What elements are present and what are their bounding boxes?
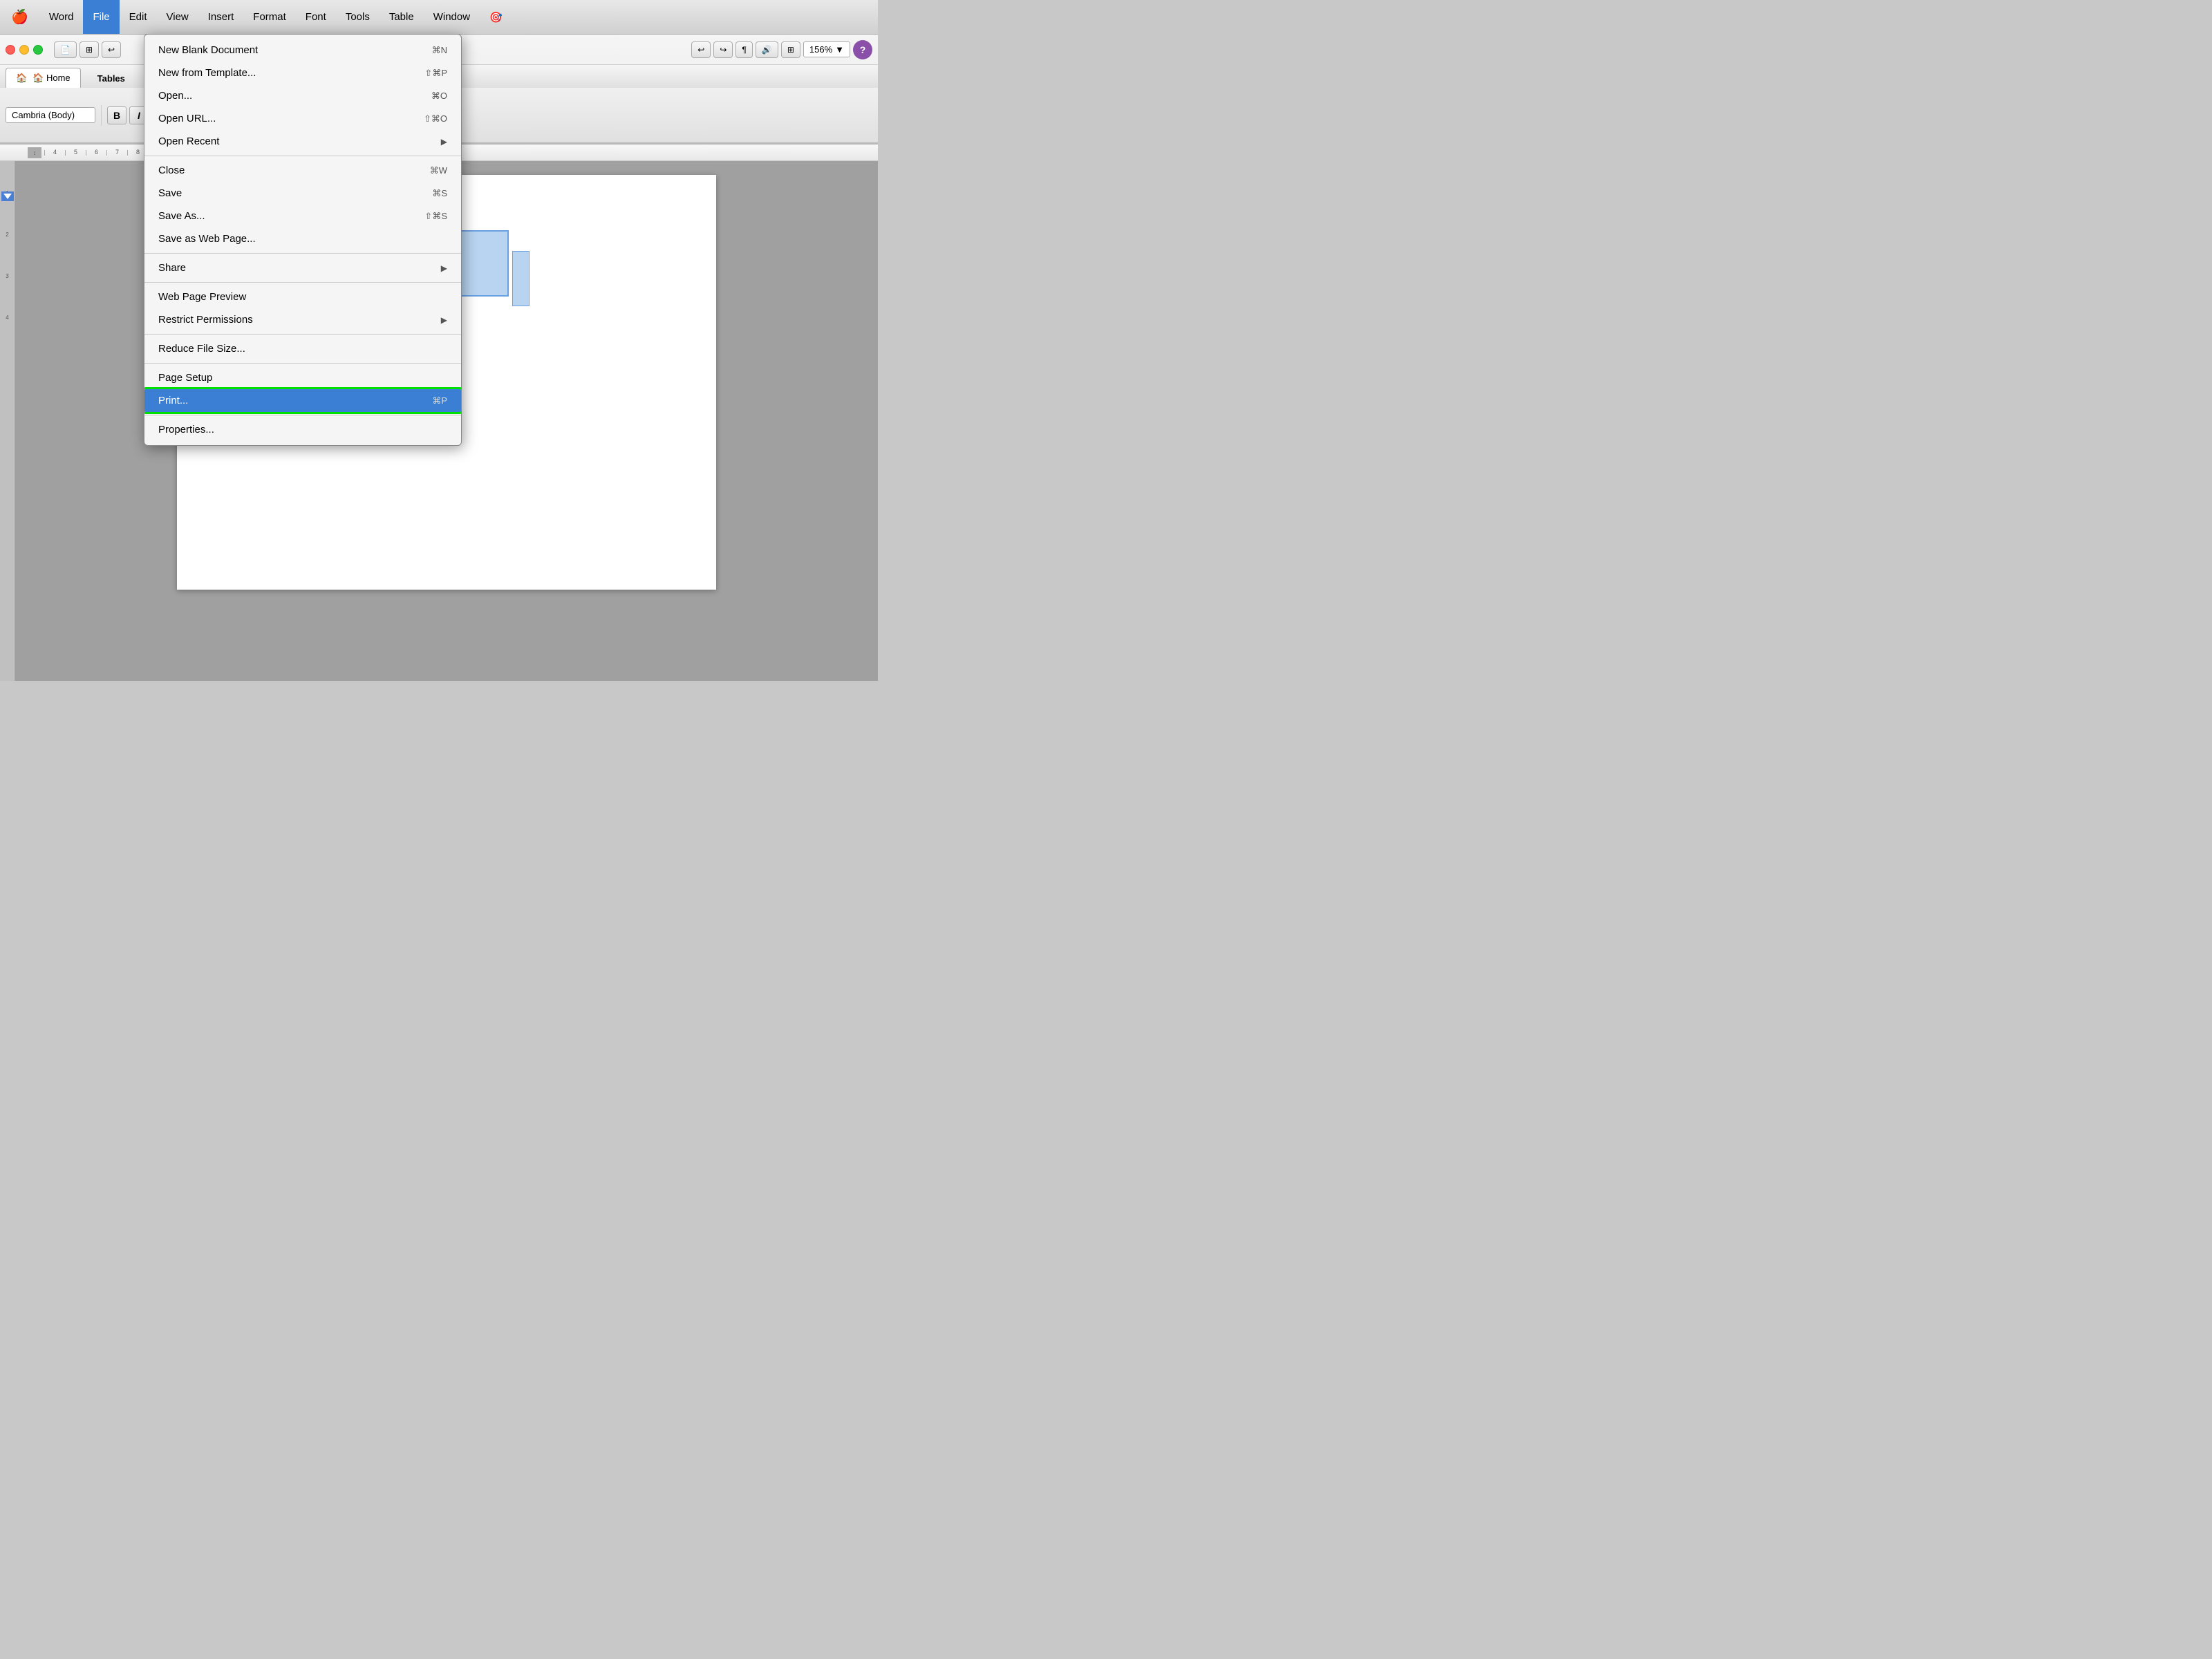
menu-view[interactable]: View	[157, 0, 198, 34]
redo-button[interactable]: ↪	[713, 41, 733, 58]
ruler-mark-7: 7	[106, 150, 127, 156]
ruler-mark-6: 6	[86, 150, 106, 156]
menu-bar: 🍎 Word File Edit View Insert Format Font…	[0, 0, 878, 35]
menu-item-open-recent[interactable]: Open Recent ▶	[144, 130, 461, 153]
help-button[interactable]: ?	[853, 40, 872, 59]
speaker-icon[interactable]: 🔊	[756, 41, 778, 58]
menu-sep-3	[144, 282, 461, 283]
paragraph-marks-button[interactable]: ¶	[735, 41, 752, 58]
menu-window[interactable]: Window	[424, 0, 480, 34]
menu-sep-4	[144, 334, 461, 335]
menu-insert[interactable]: Insert	[198, 0, 244, 34]
menu-item-save-as[interactable]: Save As... ⇧⌘S	[144, 205, 461, 227]
menu-file[interactable]: File	[83, 0, 119, 34]
menu-item-close[interactable]: Close ⌘W	[144, 159, 461, 182]
menu-item-share[interactable]: Share ▶	[144, 256, 461, 279]
ribbon-divider1	[101, 105, 102, 126]
font-name-field[interactable]: Cambria (Body)	[6, 107, 95, 123]
menu-table[interactable]: Table	[379, 0, 424, 34]
menu-item-save-web[interactable]: Save as Web Page...	[144, 227, 461, 250]
menu-item-new-blank[interactable]: New Blank Document ⌘N	[144, 39, 461, 62]
menu-edit[interactable]: Edit	[120, 0, 157, 34]
menu-item-web-preview[interactable]: Web Page Preview	[144, 285, 461, 308]
menu-item-open-url[interactable]: Open URL... ⇧⌘O	[144, 107, 461, 130]
menu-tools[interactable]: Tools	[336, 0, 379, 34]
menu-format[interactable]: Format	[243, 0, 296, 34]
undo-button[interactable]: ↩	[691, 41, 711, 58]
maximize-button[interactable]	[33, 45, 43, 55]
menu-extra[interactable]: 🎯	[480, 0, 512, 34]
menu-item-properties[interactable]: Properties...	[144, 418, 461, 441]
minimize-button[interactable]	[19, 45, 29, 55]
menu-item-print[interactable]: Print... ⌘P	[144, 389, 461, 412]
sr-mark-4: 4	[0, 313, 15, 355]
menu-item-restrict-permissions[interactable]: Restrict Permissions ▶	[144, 308, 461, 331]
bold-button[interactable]: B	[107, 106, 126, 124]
tab-tables[interactable]: Tables	[86, 69, 136, 88]
menu-item-save[interactable]: Save ⌘S	[144, 182, 461, 205]
new-doc-button[interactable]: 📄	[54, 41, 77, 58]
window-controls	[6, 45, 43, 55]
menu-font[interactable]: Font	[296, 0, 336, 34]
apple-menu[interactable]: 🍎	[0, 0, 39, 34]
cursor-indicator	[1, 191, 14, 201]
menu-sep-2	[144, 253, 461, 254]
side-ruler: 1 2 3 4	[0, 161, 15, 681]
menu-item-page-setup[interactable]: Page Setup	[144, 366, 461, 389]
cursor-arrow-icon	[3, 194, 12, 199]
navigate-button[interactable]: ↩	[102, 41, 121, 58]
selection-handle	[512, 251, 529, 306]
menu-item-new-template[interactable]: New from Template... ⇧⌘P	[144, 62, 461, 84]
new-doc-icon: 📄	[60, 45, 71, 55]
menu-item-open[interactable]: Open... ⌘O	[144, 84, 461, 107]
grid-icon: ⊞	[86, 45, 93, 55]
navigate-icon: ↩	[108, 45, 115, 55]
menu-item-reduce-size[interactable]: Reduce File Size...	[144, 337, 461, 360]
side-ruler-marks: 1 2 3 4	[0, 189, 15, 355]
close-button[interactable]	[6, 45, 15, 55]
grid2-icon[interactable]: ⊞	[781, 41, 800, 58]
home-icon: 🏠	[16, 73, 27, 84]
ruler-mark-5: 5	[65, 150, 86, 156]
tab-home[interactable]: 🏠 🏠 Home	[6, 68, 81, 88]
zoom-control[interactable]: 156% ▼	[803, 41, 850, 57]
file-menu-dropdown: New Blank Document ⌘N New from Template.…	[144, 34, 462, 446]
ruler-corner[interactable]: ↕	[28, 147, 41, 158]
sr-mark-3: 3	[0, 272, 15, 313]
menu-sep-5	[144, 363, 461, 364]
sr-mark-2: 2	[0, 230, 15, 272]
ruler-mark-4: 4	[44, 150, 65, 156]
view-toggle-button[interactable]: ⊞	[79, 41, 99, 58]
menu-word[interactable]: Word	[39, 0, 84, 34]
zoom-arrow-icon: ▼	[835, 44, 844, 55]
